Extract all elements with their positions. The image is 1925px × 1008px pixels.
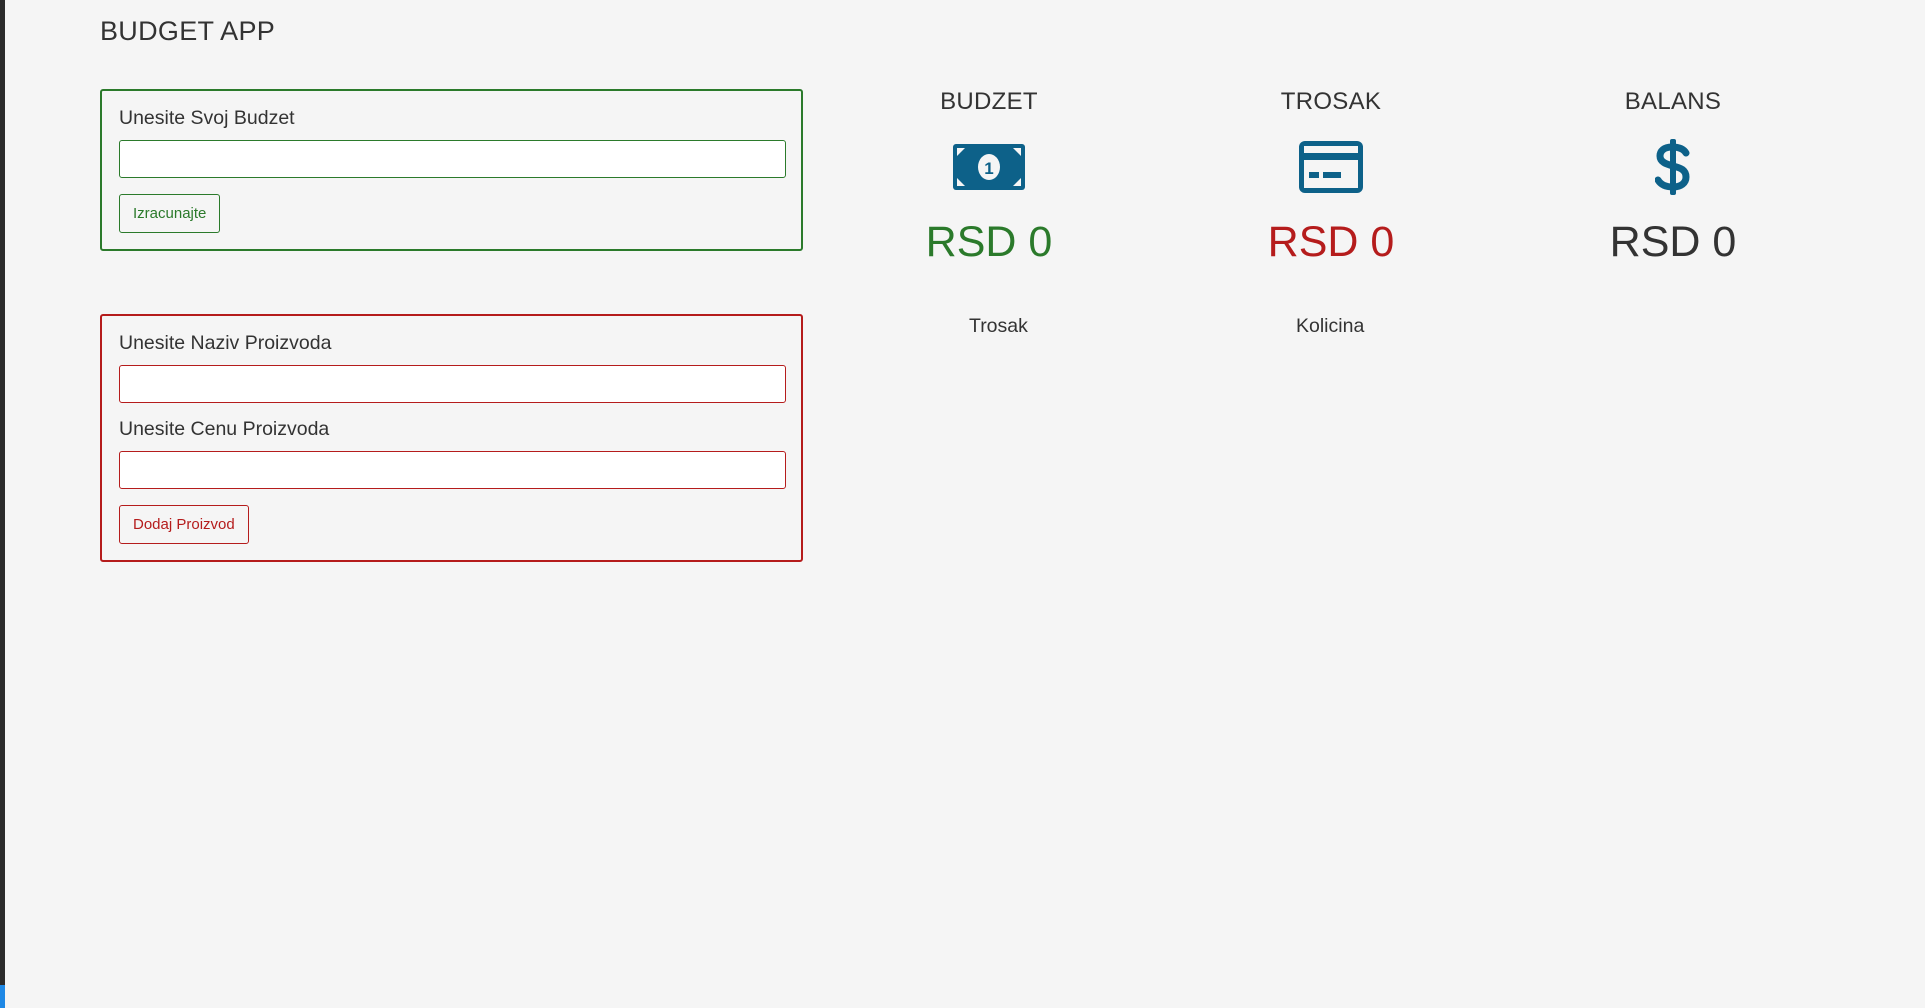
balance-stat: BALANS RSD 0 <box>1503 88 1843 267</box>
window-edge <box>0 0 5 1008</box>
expense-column-header: Trosak <box>969 315 1028 337</box>
expense-stat-title: TROSAK <box>1280 88 1382 115</box>
add-product-button[interactable]: Dodaj Proizvod <box>119 505 249 544</box>
budget-form: Unesite Svoj Budzet Izracunajte <box>100 89 803 251</box>
amount-column-header: Kolicina <box>1296 315 1365 337</box>
budget-stat: BUDZET 1 RSD 0 <box>819 88 1159 267</box>
product-price-input[interactable] <box>119 451 786 489</box>
expense-form: Unesite Naziv Proizvoda Unesite Cenu Pro… <box>100 314 803 562</box>
budget-stat-title: BUDZET <box>940 88 1038 115</box>
product-price-label: Unesite Cenu Proizvoda <box>119 418 330 440</box>
budget-label: Unesite Svoj Budzet <box>119 107 295 129</box>
budget-input[interactable] <box>119 140 786 178</box>
product-name-input[interactable] <box>119 365 786 403</box>
expense-stat-value: RSD 0 <box>1267 218 1395 266</box>
product-name-label: Unesite Naziv Proizvoda <box>119 332 332 354</box>
budget-stat-value: RSD 0 <box>925 218 1053 266</box>
dollar-sign-icon <box>1633 139 1713 195</box>
balance-stat-value: RSD 0 <box>1609 218 1737 266</box>
expense-stat: TROSAK RSD 0 <box>1161 88 1501 267</box>
calculate-button[interactable]: Izracunajte <box>119 194 221 233</box>
credit-card-icon <box>1291 139 1371 195</box>
window-edge-accent <box>0 985 5 1008</box>
money-bill-icon: 1 <box>949 139 1029 195</box>
balance-stat-title: BALANS <box>1624 88 1722 115</box>
svg-text:1: 1 <box>984 159 993 178</box>
app-title: BUDGET APP <box>100 16 276 46</box>
